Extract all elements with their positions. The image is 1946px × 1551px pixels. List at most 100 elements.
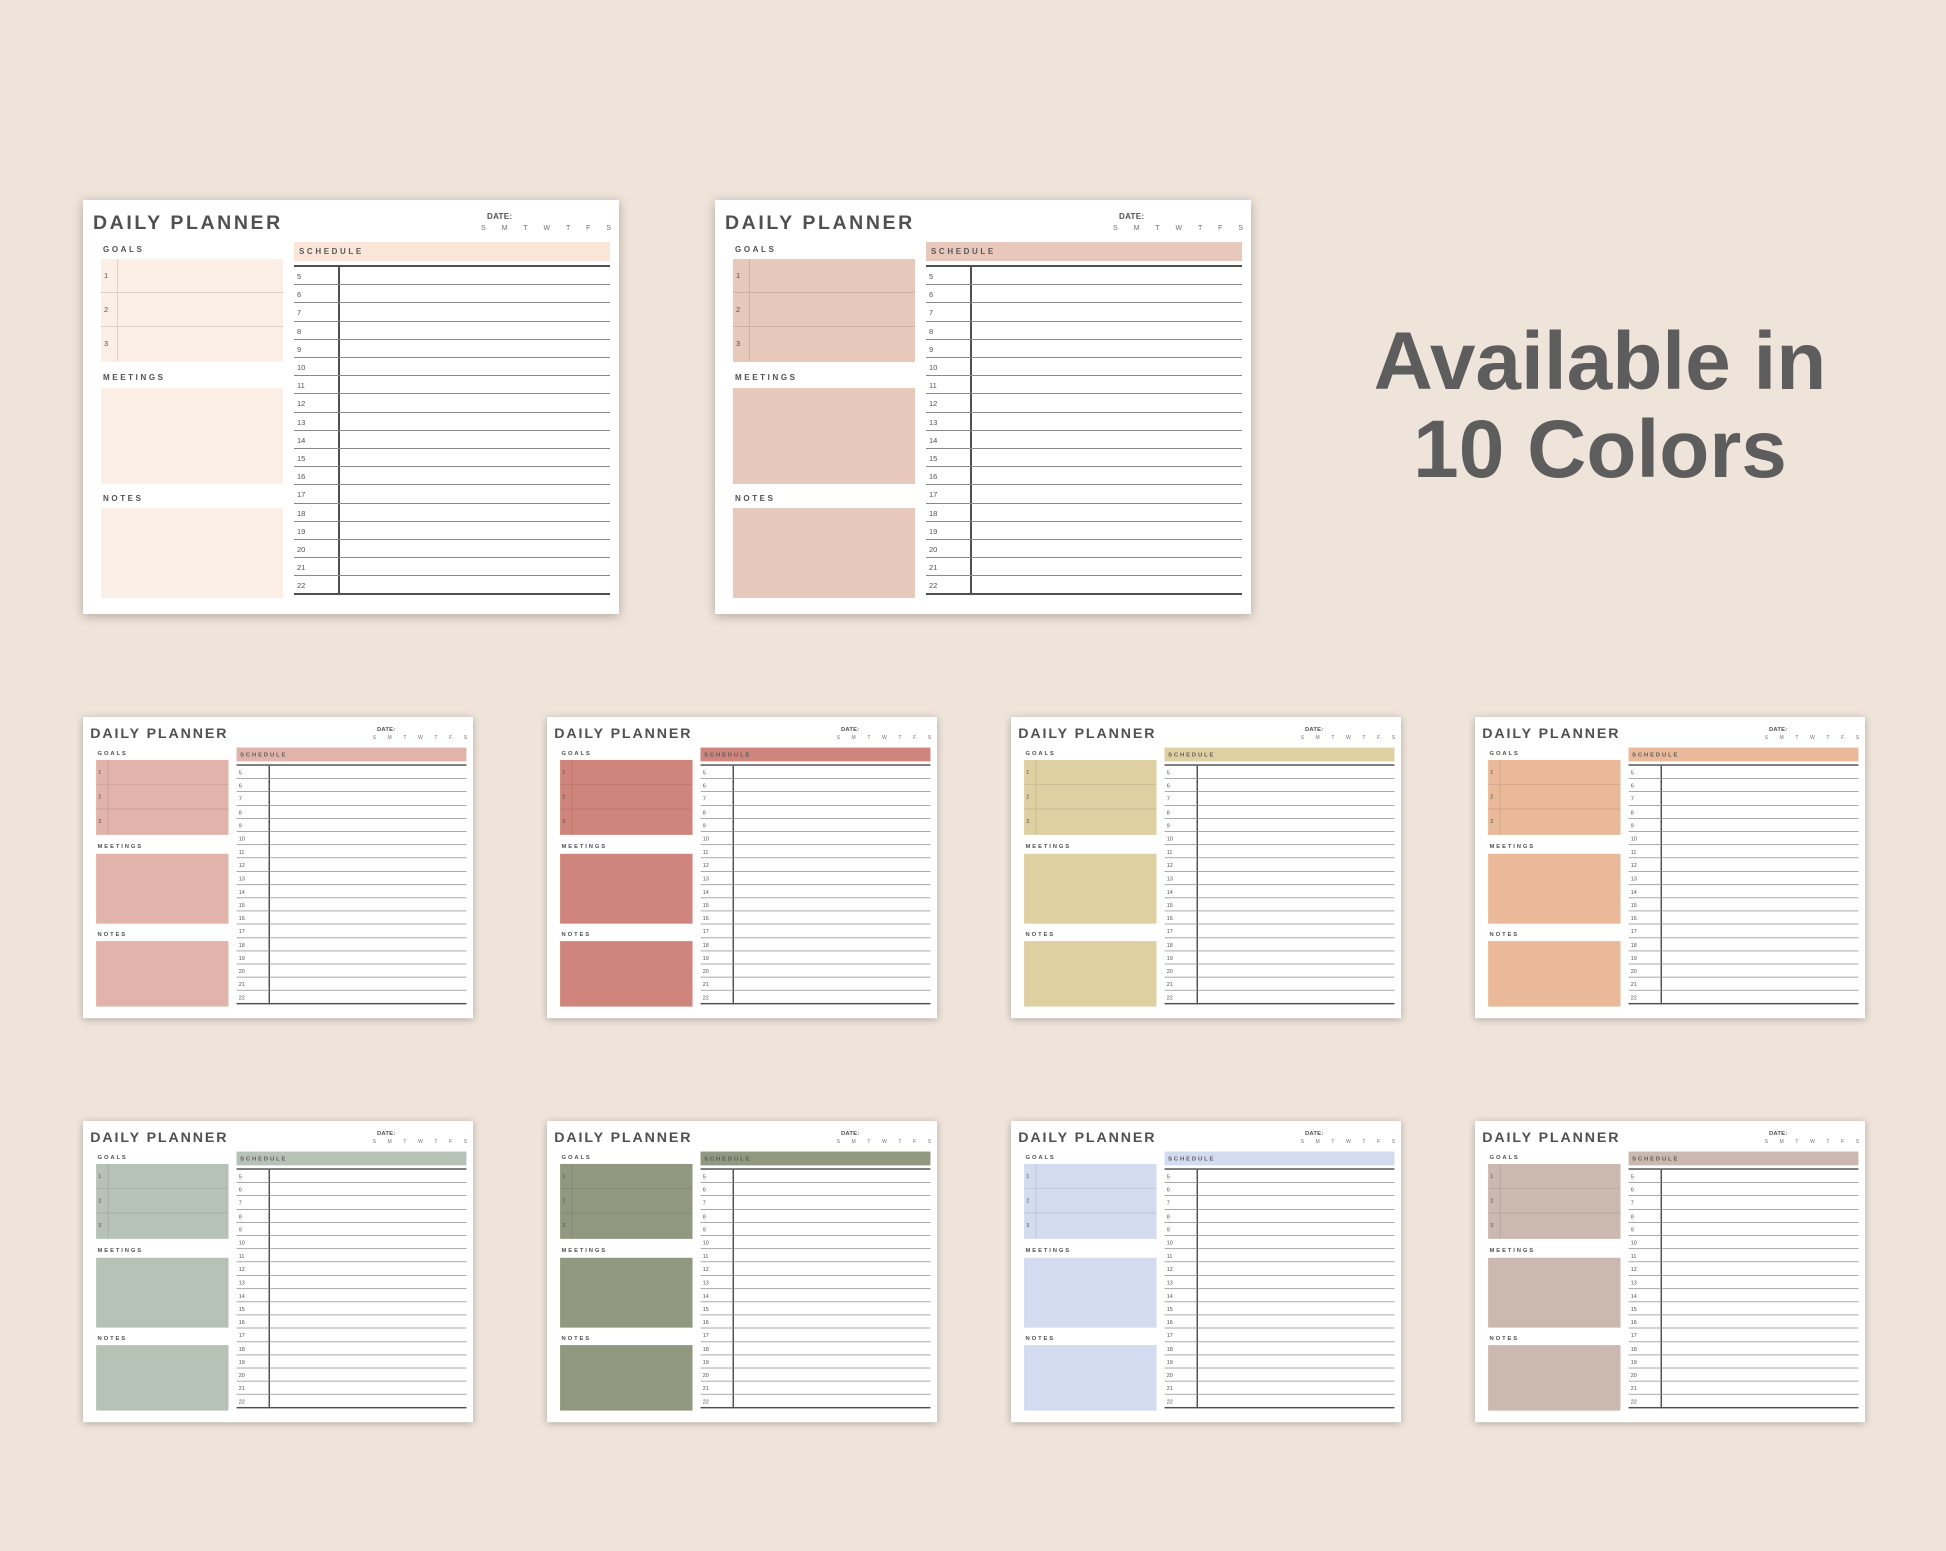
schedule-hour-row: 17 (236, 1329, 467, 1342)
hour-number: 13 (297, 417, 306, 427)
schedule-hour-row: 5 (1628, 1170, 1859, 1183)
schedule-hour-row: 17 (926, 485, 1242, 504)
schedule-hour-row: 7 (1164, 1196, 1395, 1210)
notes-box (1488, 1345, 1621, 1411)
meetings-box (96, 853, 229, 924)
goal-number: 3 (104, 339, 109, 348)
headline: Available in 10 Colors (1335, 318, 1865, 494)
goals-label: GOALS (735, 245, 777, 254)
schedule-label: SCHEDULE (1168, 751, 1216, 758)
meetings-box (1024, 853, 1157, 924)
hour-number: 15 (1166, 1305, 1173, 1313)
schedule-hour-row: 17 (1628, 1329, 1859, 1342)
hour-number: 9 (702, 1226, 706, 1233)
hour-number: 20 (238, 1372, 245, 1379)
hour-number: 7 (702, 795, 706, 803)
schedule-hour-row: 18 (236, 1342, 467, 1356)
schedule-hour-row: 5 (1164, 766, 1395, 779)
goals-label: GOALS (561, 1153, 592, 1161)
hour-number: 16 (1166, 1319, 1173, 1326)
goal-row: 2 (560, 784, 693, 810)
hour-number: 6 (1630, 1186, 1634, 1194)
goal-row: 3 (733, 327, 915, 361)
goal-row: 1 (560, 759, 693, 785)
hour-number: 19 (929, 526, 938, 536)
hour-number: 9 (702, 822, 706, 829)
goal-row: 3 (1488, 1213, 1620, 1239)
goal-number: 1 (736, 271, 741, 280)
schedule-hour-row: 5 (700, 1170, 931, 1183)
goal-row: 1 (560, 1163, 693, 1189)
schedule-header: SCHEDULE (1164, 1151, 1395, 1166)
hour-number: 17 (238, 1332, 245, 1339)
schedule-hour-row: 17 (294, 485, 610, 504)
left-column: GOALS 1 2 3 MEETINGS NOTES (96, 1121, 229, 1422)
schedule-hour-row: 16 (1164, 1315, 1395, 1329)
hour-number: 13 (1166, 1279, 1173, 1286)
hour-number: 21 (1166, 1385, 1173, 1392)
schedule-label: SCHEDULE (704, 751, 752, 758)
hour-number: 7 (297, 308, 302, 318)
goal-row: 2 (1024, 784, 1157, 810)
schedule-hour-row: 9 (236, 819, 467, 832)
goal-row: 2 (96, 1188, 229, 1214)
hour-number: 9 (929, 344, 934, 354)
hour-number: 17 (1166, 928, 1173, 935)
schedule-hour-row: 21 (1628, 978, 1859, 991)
hour-number: 11 (702, 848, 709, 856)
schedule-hour-row: 10 (236, 832, 467, 846)
goals-box: 1 2 3 (96, 759, 229, 835)
schedule-hour-row: 16 (1628, 911, 1859, 925)
hour-number: 17 (702, 1332, 709, 1339)
hour-number: 8 (1166, 809, 1170, 816)
schedule-hour-row: 11 (700, 845, 931, 859)
goal-number: 2 (1490, 793, 1494, 800)
hour-number: 16 (297, 472, 306, 482)
goal-number: 1 (1490, 768, 1494, 776)
schedule-hour-row: 11 (700, 1249, 931, 1263)
schedule-hour-row: 13 (236, 1276, 467, 1289)
schedule-header: SCHEDULE (294, 242, 610, 261)
schedule-hour-row: 5 (1164, 1170, 1395, 1183)
hour-number: 16 (1166, 915, 1173, 922)
hour-number: 20 (1630, 968, 1637, 975)
schedule-hour-row: 21 (700, 978, 931, 991)
goal-number: 2 (562, 793, 566, 800)
hour-number: 13 (238, 1279, 245, 1286)
schedule-lines: 5 6 7 8 9 10 11 12 13 14 15 16 17 18 19 20 21 22 (700, 1168, 931, 1409)
planner-preview-periwinkle: DAILY PLANNER DATE: S M T W T F S GOALS … (1011, 1121, 1401, 1423)
goals-box: 1 2 3 (1488, 759, 1621, 835)
schedule-hour-row: 8 (926, 322, 1242, 340)
schedule-hour-row: 10 (294, 358, 610, 377)
schedule-hour-row: 18 (1628, 1342, 1859, 1356)
schedule-column: SCHEDULE 5 6 7 8 9 10 11 12 13 14 15 16 17 18 19 20 21 22 (1164, 717, 1395, 1018)
hour-number: 22 (1166, 1398, 1173, 1406)
schedule-hour-row: 12 (1164, 858, 1395, 872)
schedule-hour-row: 21 (1164, 978, 1395, 991)
hour-number: 19 (1166, 1358, 1173, 1366)
schedule-column: SCHEDULE 5 6 7 8 9 10 11 12 13 14 15 16 17 18 19 20 21 22 (294, 200, 610, 614)
schedule-hour-row: 13 (1164, 1276, 1395, 1289)
schedule-hour-row: 13 (700, 872, 931, 885)
schedule-hour-row: 12 (700, 858, 931, 872)
meetings-label: MEETINGS (1489, 842, 1536, 850)
goal-number: 2 (98, 1197, 102, 1204)
schedule-hour-row: 19 (294, 522, 610, 540)
schedule-header: SCHEDULE (1628, 747, 1859, 762)
schedule-hour-row: 11 (1164, 1249, 1395, 1263)
schedule-hour-row: 15 (1164, 898, 1395, 912)
hour-number: 13 (1630, 1279, 1637, 1286)
meetings-label: MEETINGS (1025, 1246, 1072, 1254)
hour-number: 6 (1630, 782, 1634, 790)
goal-number: 2 (562, 1197, 566, 1204)
schedule-header: SCHEDULE (236, 1151, 467, 1166)
schedule-hour-row: 12 (236, 858, 467, 872)
goals-box: 1 2 3 (96, 1163, 229, 1239)
hour-number: 22 (1630, 1398, 1637, 1406)
meetings-label: MEETINGS (561, 1246, 608, 1254)
schedule-hour-row: 6 (1628, 1183, 1859, 1197)
schedule-hour-row: 19 (236, 951, 467, 965)
hour-number: 12 (238, 1266, 245, 1273)
hour-number: 19 (702, 954, 709, 962)
hour-number: 20 (1166, 1372, 1173, 1379)
